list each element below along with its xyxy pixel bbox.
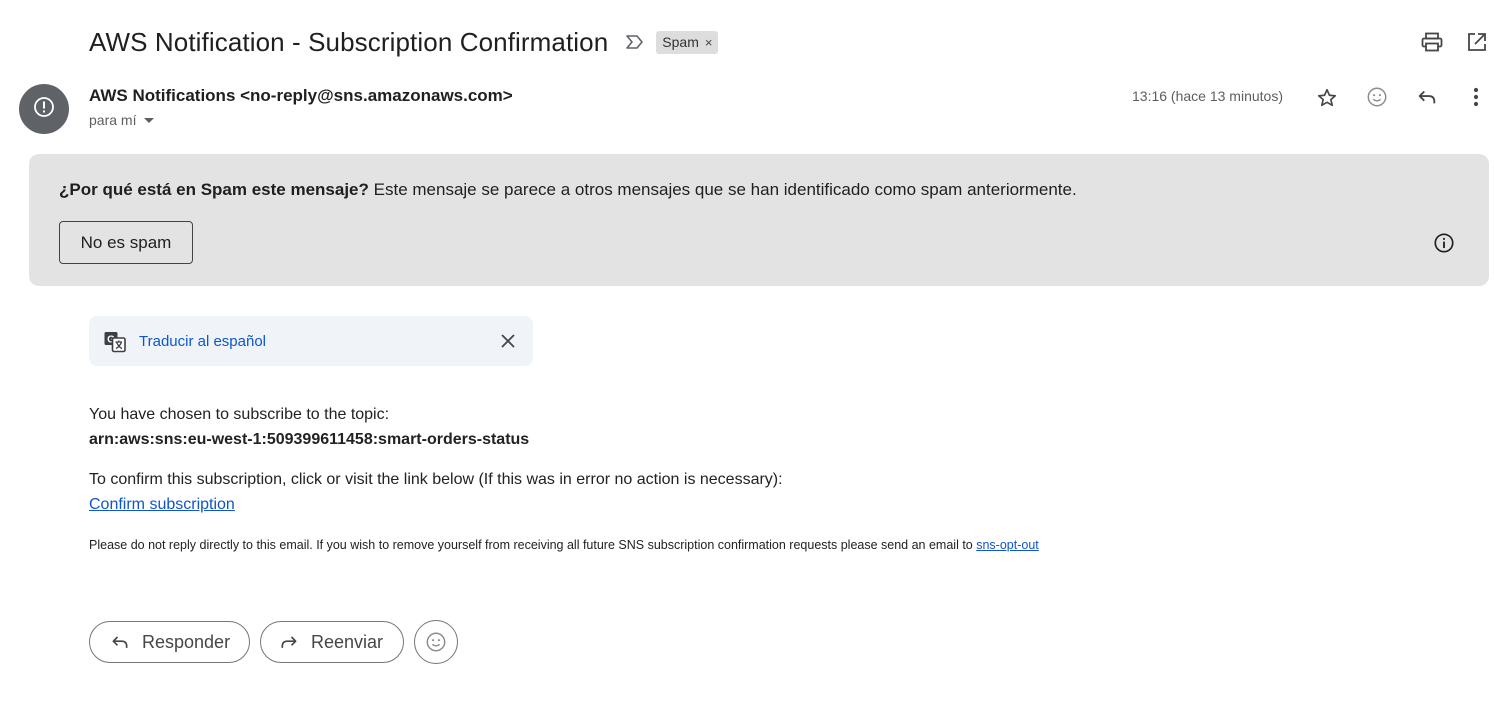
- close-icon[interactable]: [497, 330, 519, 352]
- sender-avatar[interactable]: [19, 84, 69, 134]
- spam-explanation-text: Este mensaje se parece a otros mensajes …: [368, 180, 1077, 199]
- sns-opt-out-link[interactable]: sns-opt-out: [976, 538, 1039, 552]
- open-in-new-window-icon[interactable]: [1465, 30, 1489, 54]
- confirm-subscription-link[interactable]: Confirm subscription: [89, 496, 235, 514]
- spam-label-chip[interactable]: Spam ×: [656, 30, 719, 54]
- footer-text: Please do not reply directly to this ema…: [89, 538, 977, 552]
- reply-button-label: Responder: [142, 631, 231, 652]
- forward-button[interactable]: Reenviar: [260, 621, 404, 663]
- forward-icon: [281, 636, 297, 648]
- forward-button-label: Reenviar: [311, 631, 384, 652]
- reply-icon[interactable]: [1414, 84, 1440, 110]
- spam-warning-banner: [29, 154, 1489, 286]
- spam-explanation: ¿Por qué está en Spam este mensaje? Este…: [59, 180, 1077, 200]
- reply-icon: [112, 636, 128, 648]
- info-icon[interactable]: [1432, 231, 1456, 255]
- emoji-reaction-icon[interactable]: [1364, 84, 1390, 110]
- recipient-label: para mí: [89, 112, 137, 128]
- body-line-subscribe: You have chosen to subscribe to the topi…: [89, 406, 390, 423]
- more-vert-icon[interactable]: [1463, 84, 1489, 110]
- remove-label-icon[interactable]: ×: [705, 35, 713, 50]
- body-line-confirm: To confirm this subscription, click or v…: [89, 471, 783, 488]
- alert-icon: [33, 96, 55, 123]
- translate-link[interactable]: Traducir al español: [139, 333, 266, 350]
- print-icon[interactable]: [1420, 30, 1444, 54]
- reply-button[interactable]: Responder: [89, 621, 250, 663]
- recipient-row[interactable]: para mí: [89, 112, 155, 128]
- footer-note: Please do not reply directly to this ema…: [89, 538, 1039, 552]
- topic-arn: arn:aws:sns:eu-west-1:509399611458:smart…: [89, 431, 530, 448]
- message-time: 13:16 (hace 13 minutos): [1132, 88, 1283, 104]
- emoji-reaction-icon: [426, 632, 446, 652]
- translate-icon: G: [103, 330, 127, 354]
- not-spam-button[interactable]: No es spam: [59, 221, 193, 264]
- subject-row: AWS Notification - Subscription Confirma…: [89, 22, 719, 62]
- spam-question: ¿Por qué está en Spam este mensaje?: [59, 180, 369, 199]
- email-subject: AWS Notification - Subscription Confirma…: [89, 26, 609, 57]
- sender-name[interactable]: AWS Notifications <no-reply@sns.amazonaw…: [89, 86, 513, 106]
- star-icon[interactable]: [1314, 85, 1340, 111]
- importance-marker-icon[interactable]: [624, 31, 646, 53]
- chevron-down-icon[interactable]: [144, 117, 155, 123]
- emoji-reaction-button[interactable]: [414, 620, 458, 664]
- label-name: Spam: [662, 34, 699, 50]
